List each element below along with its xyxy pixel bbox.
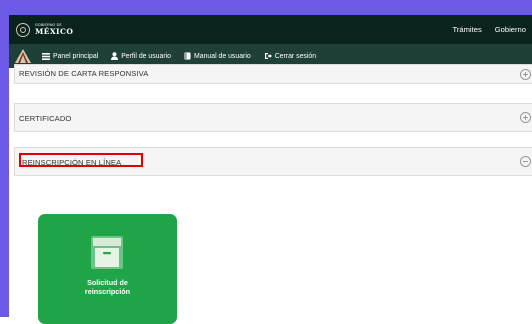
accordion-carta-responsiva[interactable]: REVISIÓN DE CARTA RESPONSIVA — [14, 64, 532, 84]
accordion-carta-responsiva-title: REVISIÓN DE CARTA RESPONSIVA — [19, 69, 149, 78]
menu-icon — [42, 52, 50, 60]
gobierno-logo[interactable]: GOBIERNO DE MÉXICO — [16, 22, 74, 37]
nav-link-gobierno[interactable]: Gobierno — [495, 25, 526, 34]
menu-cerrar-sesion-label: Cerrar sesión — [274, 52, 317, 60]
menu-perfil-usuario-label: Perfil de usuario — [121, 52, 171, 60]
logo-big-text: MÉXICO — [35, 26, 74, 36]
accordion-reinscripcion[interactable]: REINSCRIPCIÓN EN LÍNEA — [14, 147, 532, 176]
user-icon — [111, 52, 119, 60]
nav-link-tramites[interactable]: Trámites — [452, 25, 481, 34]
book-icon — [184, 52, 191, 60]
accordion-reinscripcion-title: REINSCRIPCIÓN EN LÍNEA — [22, 158, 122, 167]
archive-box-icon — [91, 236, 123, 269]
gov-header: GOBIERNO DE MÉXICO Trámites Gobierno — [9, 15, 532, 44]
sep-logo-icon[interactable] — [15, 49, 31, 63]
collapse-minus-icon[interactable] — [520, 156, 531, 167]
solicitud-reinscripcion-card[interactable]: Solicitud de reinscripción — [38, 214, 177, 324]
card-label-line1: Solicitud de — [87, 278, 128, 287]
window-frame-left — [0, 0, 9, 317]
menu-panel-principal[interactable]: Panel principal — [42, 52, 99, 60]
expand-plus-icon[interactable] — [520, 112, 531, 123]
menu-perfil-usuario[interactable]: Perfil de usuario — [111, 52, 171, 60]
menu-cerrar-sesion[interactable]: Cerrar sesión — [264, 52, 316, 60]
card-label: Solicitud de reinscripción — [38, 278, 177, 296]
accordion-certificado[interactable]: CERTIFICADO — [14, 103, 532, 132]
menu-manual-usuario[interactable]: Manual de usuario — [184, 52, 251, 60]
logout-icon — [264, 52, 272, 60]
main-content: REVISIÓN DE CARTA RESPONSIVA CERTIFICADO… — [9, 64, 532, 324]
seal-icon — [16, 22, 30, 37]
menu-panel-principal-label: Panel principal — [53, 52, 99, 60]
window-frame-top — [0, 0, 532, 15]
accordion-certificado-title: CERTIFICADO — [19, 114, 72, 123]
expand-plus-icon[interactable] — [520, 69, 531, 80]
card-label-line2: reinscripción — [84, 287, 131, 296]
gov-nav: Trámites Gobierno — [452, 25, 532, 34]
menu-manual-usuario-label: Manual de usuario — [194, 52, 251, 60]
